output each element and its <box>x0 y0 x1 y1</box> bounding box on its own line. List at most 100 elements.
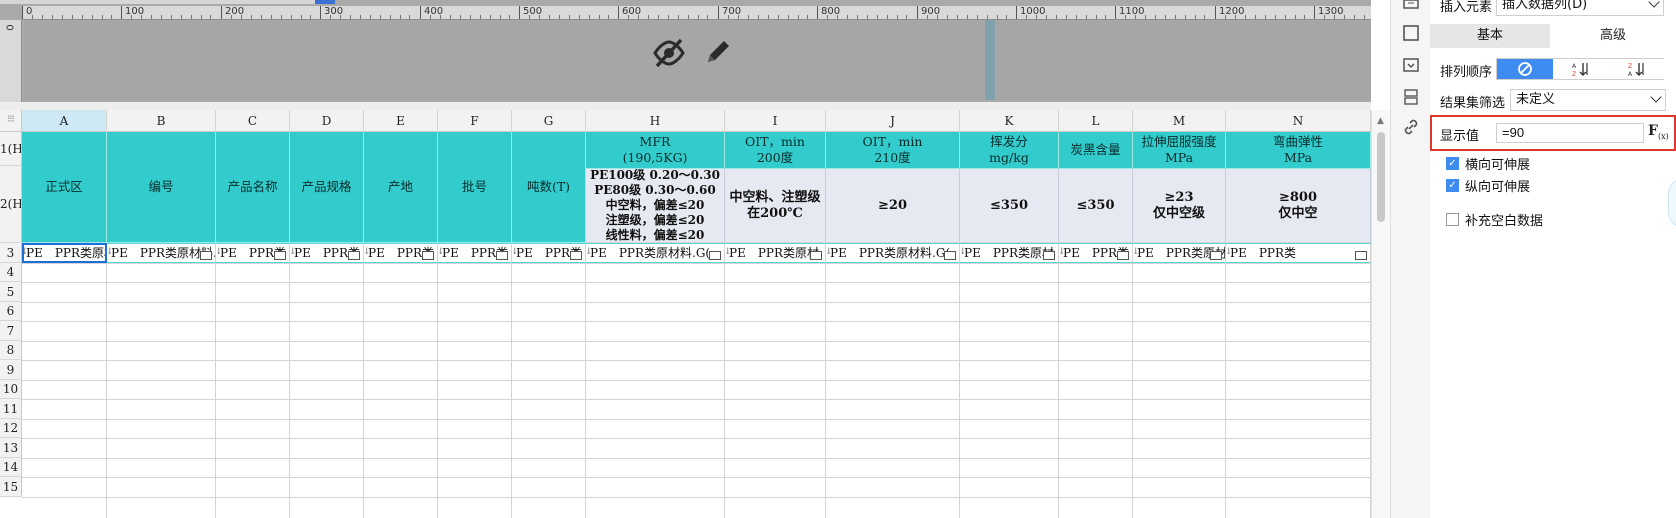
sort-ascending-button[interactable]: A Z <box>1553 59 1609 79</box>
column-header-c[interactable]: C <box>216 110 290 132</box>
header-cell-l[interactable]: 炭黑含量 <box>1059 132 1133 169</box>
header-cell-f[interactable]: 批号 <box>438 132 512 243</box>
header-cell-k[interactable]: 挥发分 mg/kg <box>960 132 1059 169</box>
tab-basic[interactable]: 基本 <box>1430 24 1550 48</box>
data-cell-i3[interactable]: ↓PE PPR类原材 <box>725 243 826 263</box>
hyperlink-icon[interactable] <box>1402 118 1420 136</box>
spec-cell-m[interactable]: ≥23 仅中空级 <box>1133 169 1226 243</box>
spreadsheet-grid[interactable]: ⁝⁝⁝ ABCDEFGHIJKLMN 1(H)2(H)3456789101112… <box>0 110 1371 518</box>
column-header-m[interactable]: M <box>1133 110 1226 132</box>
condition-attribute-icon[interactable] <box>1402 88 1420 106</box>
header-cell-a[interactable]: 正式区 <box>22 132 107 243</box>
formula-button[interactable]: F(x) <box>1648 123 1669 141</box>
header-cell-e[interactable]: 产地 <box>364 132 438 243</box>
column-header-k[interactable]: K <box>960 110 1059 132</box>
row-header[interactable]: 14 <box>0 458 22 477</box>
data-cell-b3[interactable]: ↓PE PPR类原材料. <box>107 243 216 263</box>
row-header[interactable]: 8 <box>0 341 22 360</box>
widget-icon[interactable] <box>1402 56 1420 74</box>
data-cell-f3[interactable]: ↓PE PPR类 <box>438 243 512 263</box>
header-cell-b[interactable]: 编号 <box>107 132 216 243</box>
spec-text-line: 在200℃ <box>747 205 803 221</box>
header-cell-n[interactable]: 弯曲弹性 MPa <box>1226 132 1371 169</box>
header-cell-m[interactable]: 拉伸屈服强度 MPa <box>1133 132 1226 169</box>
row-header[interactable]: 2(H) <box>0 166 22 243</box>
column-header-i[interactable]: I <box>725 110 826 132</box>
vertical-expand-checkbox[interactable]: ✓ 纵向可伸展 <box>1446 176 1530 195</box>
column-header-f[interactable]: F <box>438 110 512 132</box>
data-cell-d3[interactable]: ↓PE PPR类 <box>290 243 364 263</box>
spec-cell-n[interactable]: ≥800 仅中空 <box>1226 169 1371 243</box>
header-cell-h[interactable]: MFR (190,5KG) <box>586 132 725 169</box>
cell-attribute-icon[interactable] <box>1402 24 1420 42</box>
row-header[interactable]: 10 <box>0 380 22 399</box>
row-header[interactable]: 7 <box>0 321 22 341</box>
ruler-minor-tick <box>1046 15 1047 19</box>
ruler-minor-tick <box>668 15 669 19</box>
data-cell-h3[interactable]: ↓PE PPR类原材料.G( <box>586 243 725 263</box>
row-header[interactable]: 5 <box>0 282 22 302</box>
sort-none-button[interactable] <box>1497 59 1553 79</box>
band-resize-handle[interactable] <box>985 20 995 100</box>
eye-slash-icon[interactable] <box>652 36 686 70</box>
row-header[interactable]: 15 <box>0 477 22 497</box>
column-header-h[interactable]: H <box>586 110 725 132</box>
data-cell-m3[interactable]: ↓PE PPR类原材 <box>1133 243 1226 263</box>
spec-cell-k[interactable]: ≤350 <box>960 169 1059 243</box>
ruler-minor-tick <box>1135 15 1136 19</box>
row-header[interactable]: 12 <box>0 419 22 438</box>
column-header-d[interactable]: D <box>290 110 364 132</box>
data-cell-l3[interactable]: ↓PE PPR类 <box>1059 243 1133 263</box>
fill-blank-data-checkbox[interactable]: 补充空白数据 <box>1446 210 1543 229</box>
design-canvas[interactable] <box>24 20 1371 100</box>
ruler-minor-tick <box>490 15 491 19</box>
insert-element-dropdown[interactable]: 插入数据列(D) <box>1496 0 1664 16</box>
header-cell-i[interactable]: OIT，min 200度 <box>725 132 826 169</box>
data-cell-c3[interactable]: ↓PE PPR类 <box>216 243 290 263</box>
cell-element-icon[interactable] <box>1402 0 1420 18</box>
vertical-scrollbar[interactable]: ▲ <box>1371 110 1390 518</box>
data-cell-n3[interactable]: ↓PE PPR类 <box>1226 243 1371 263</box>
ruler-minor-tick <box>967 15 968 19</box>
header-cell-c[interactable]: 产品名称 <box>216 132 290 243</box>
display-value-input[interactable]: =90 <box>1496 123 1644 143</box>
column-header-e[interactable]: E <box>364 110 438 132</box>
header-cell-d[interactable]: 产品规格 <box>290 132 364 243</box>
row-header[interactable]: 11 <box>0 399 22 419</box>
sort-descending-button[interactable]: Z A <box>1609 59 1665 79</box>
row-header[interactable]: 4 <box>0 263 22 282</box>
scroll-up-arrow[interactable]: ▲ <box>1377 116 1384 126</box>
result-filter-dropdown[interactable]: 未定义 <box>1510 89 1666 111</box>
data-cell-j3[interactable]: ↓PE PPR类原材料.G( <box>826 243 960 263</box>
data-cell-e3[interactable]: ↓PE PPR类 <box>364 243 438 263</box>
data-cell-a3[interactable]: ↓PE PPR类原材 <box>22 243 107 263</box>
pencil-icon[interactable] <box>702 36 734 68</box>
column-header-a[interactable]: A <box>22 110 107 132</box>
spec-cell-i[interactable]: 中空料、注塑级 在200℃ <box>725 169 826 243</box>
spec-cell-h[interactable]: PE100级 0.20～0.30 PE80级 0.30～0.60 中空料，偏差≤20… <box>586 169 725 243</box>
data-cell-k3[interactable]: ↓PE PPR类原材 <box>960 243 1059 263</box>
row-header[interactable]: 9 <box>0 360 22 380</box>
column-header-n[interactable]: N <box>1226 110 1371 132</box>
column-header-b[interactable]: B <box>107 110 216 132</box>
row-header[interactable]: 1(H) <box>0 132 22 166</box>
ruler-tick: 100 <box>121 6 144 19</box>
column-header-g[interactable]: G <box>512 110 586 132</box>
tab-advanced[interactable]: 高级 <box>1550 24 1676 48</box>
scroll-thumb[interactable] <box>1377 132 1385 222</box>
column-header-j[interactable]: J <box>826 110 960 132</box>
ruler-minor-tick <box>569 15 570 19</box>
row-header[interactable]: 13 <box>0 438 22 458</box>
spec-cell-l[interactable]: ≤350 <box>1059 169 1133 243</box>
header-cell-g[interactable]: 吨数(T) <box>512 132 586 243</box>
column-header-l[interactable]: L <box>1059 110 1133 132</box>
ruler-minor-tick <box>231 15 232 19</box>
horizontal-expand-checkbox[interactable]: ✓ 横向可伸展 <box>1446 154 1530 173</box>
row-header[interactable]: 6 <box>0 302 22 321</box>
row-header[interactable]: 3 <box>0 243 22 263</box>
header-cell-j[interactable]: OIT，min 210度 <box>826 132 960 169</box>
data-cell-g3[interactable]: ↓PE PPR类 <box>512 243 586 263</box>
fx-icon: F <box>1648 123 1658 139</box>
header-text-line: mg/kg <box>989 150 1029 165</box>
spec-cell-j[interactable]: ≥20 <box>826 169 960 243</box>
